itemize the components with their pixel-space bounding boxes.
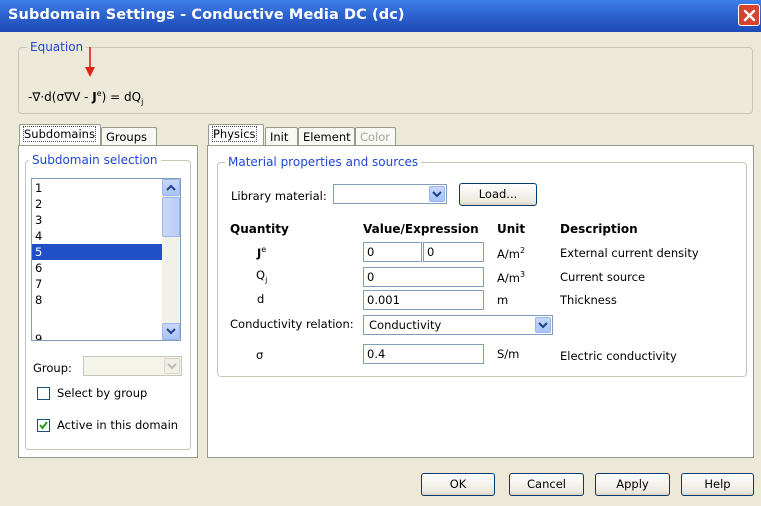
thickness-input[interactable]: 0.001	[363, 290, 484, 310]
dropdown-arrow[interactable]	[535, 317, 551, 333]
unit-d: m	[497, 293, 509, 307]
unit-sigma: S/m	[497, 347, 520, 361]
scroll-thumb[interactable]	[162, 197, 180, 237]
header-quantity: Quantity	[230, 222, 289, 236]
list-item[interactable]: 3	[34, 212, 162, 228]
help-button[interactable]: Help	[681, 473, 754, 496]
tab-element[interactable]: Element	[298, 127, 355, 147]
tab-groups[interactable]: Groups	[101, 127, 157, 147]
header-value: Value/Expression	[363, 222, 479, 236]
description-qj: Current source	[560, 270, 646, 284]
list-item[interactable]: 9	[34, 331, 162, 340]
list-item-selected[interactable]: 5	[32, 244, 162, 260]
select-by-group-label: Select by group	[57, 386, 148, 400]
active-in-domain-checkbox[interactable]	[37, 419, 50, 432]
tab-subdomains[interactable]: Subdomains	[19, 124, 101, 146]
list-item[interactable]: 7	[34, 276, 162, 292]
close-button[interactable]	[738, 4, 760, 26]
equation-legend: Equation	[27, 40, 87, 54]
list-item[interactable]: 8	[34, 292, 162, 308]
chevron-down-icon	[166, 328, 176, 335]
chevron-down-icon	[167, 363, 177, 370]
equation-formula: -∇·d(σ∇V - Je) = dQj	[28, 89, 144, 107]
cancel-button[interactable]: Cancel	[509, 473, 584, 496]
close-icon	[743, 9, 756, 22]
conductivity-relation-label: Conductivity relation:	[230, 317, 354, 331]
sigma-input[interactable]: 0.4	[363, 344, 484, 364]
group-dropdown[interactable]	[83, 356, 182, 376]
description-sigma: Electric conductivity	[560, 349, 677, 363]
select-by-group-checkbox[interactable]	[37, 387, 50, 400]
apply-button[interactable]: Apply	[595, 473, 670, 496]
library-material-dropdown[interactable]	[333, 184, 447, 204]
description-je: External current density	[560, 246, 699, 260]
list-item[interactable]: 2	[34, 196, 162, 212]
list-item[interactable]: 4	[34, 228, 162, 244]
ok-button[interactable]: OK	[421, 473, 495, 496]
conductivity-relation-dropdown[interactable]: Conductivity	[363, 315, 553, 335]
list-item[interactable]: 1	[34, 180, 162, 196]
dropdown-arrow[interactable]	[164, 358, 180, 374]
active-in-domain-label: Active in this domain	[57, 418, 179, 432]
load-button[interactable]: Load...	[459, 183, 537, 206]
header-description: Description	[560, 222, 638, 236]
chevron-down-icon	[538, 322, 548, 329]
tab-physics[interactable]: Physics	[208, 124, 264, 146]
material-legend: Material properties and sources	[225, 155, 422, 169]
subdomain-list[interactable]: 1 2 3 4 5 6 7 8 9	[31, 178, 181, 341]
tab-init[interactable]: Init	[265, 127, 298, 147]
library-material-label: Library material:	[231, 189, 327, 203]
scroll-down-button[interactable]	[162, 323, 180, 340]
title-bar[interactable]: Subdomain Settings - Conductive Media DC…	[0, 0, 761, 32]
quantity-sigma: σ	[256, 348, 264, 362]
header-unit: Unit	[497, 222, 526, 236]
list-scrollbar[interactable]	[162, 179, 180, 340]
chevron-up-icon	[166, 184, 176, 191]
unit-qj: A/m3	[497, 270, 526, 285]
scroll-up-button[interactable]	[162, 179, 180, 196]
unit-je: A/m2	[497, 246, 526, 261]
group-label: Group:	[33, 361, 72, 375]
list-item[interactable]: 6	[34, 260, 162, 276]
subdomain-selection-legend: Subdomain selection	[29, 153, 161, 167]
description-d: Thickness	[560, 293, 617, 307]
dropdown-arrow[interactable]	[429, 186, 445, 202]
dialog-window: Subdomain Settings - Conductive Media DC…	[0, 0, 761, 506]
quantity-je: Je	[257, 245, 267, 260]
chevron-down-icon	[432, 191, 442, 198]
red-arrow-icon	[85, 47, 95, 77]
quantity-qj: Qj	[256, 268, 268, 285]
window-title: Subdomain Settings - Conductive Media DC…	[8, 7, 405, 23]
qj-input[interactable]: 0	[363, 267, 484, 287]
tab-color: Color	[355, 127, 396, 147]
je-y-input[interactable]: 0	[423, 242, 484, 262]
checkmark-icon	[39, 421, 48, 430]
quantity-d: d	[257, 292, 265, 306]
je-x-input[interactable]: 0	[363, 242, 422, 262]
